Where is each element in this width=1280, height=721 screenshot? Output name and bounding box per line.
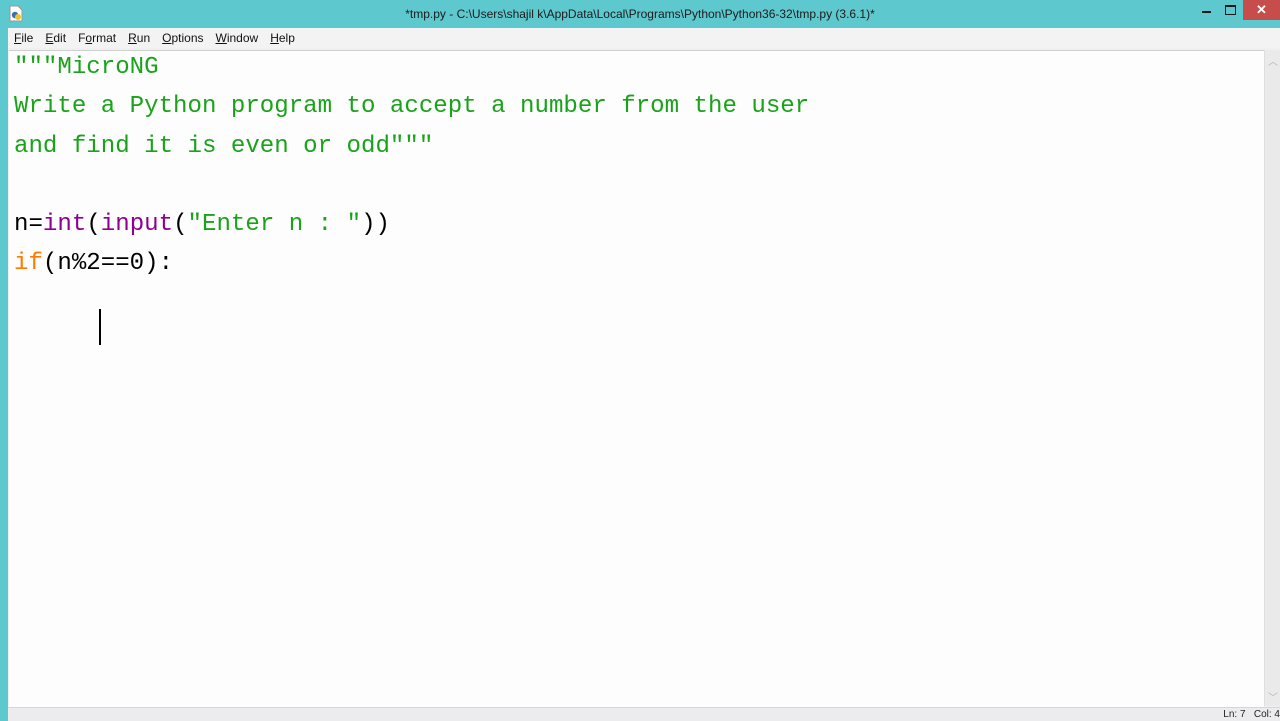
code-token-plain: ( bbox=[86, 211, 101, 239]
menu-window[interactable]: Window bbox=[210, 28, 265, 48]
menu-run[interactable]: Run bbox=[122, 28, 156, 48]
code-line bbox=[14, 284, 809, 323]
menu-edit[interactable]: Edit bbox=[39, 28, 72, 48]
title-bar: *tmp.py - C:\Users\shajil k\AppData\Loca… bbox=[0, 0, 1280, 28]
line-number: Ln: 7 bbox=[1223, 709, 1246, 720]
minimize-icon bbox=[1201, 11, 1211, 13]
status-bar: Ln: 7 Col: 4 bbox=[8, 707, 1280, 721]
code-token-plain: )) bbox=[361, 211, 390, 239]
column-number: Col: 4 bbox=[1253, 709, 1280, 720]
code-token-builtin: input bbox=[100, 211, 174, 239]
code-token-kw: if bbox=[14, 250, 43, 278]
code-token-str: and find it is even or odd""" bbox=[14, 132, 434, 160]
code-text: """MicroNG Write a Python program to acce… bbox=[14, 51, 809, 323]
scroll-up-icon[interactable]: ︿ bbox=[1265, 52, 1280, 68]
text-caret bbox=[99, 309, 101, 345]
close-button[interactable]: ✕ bbox=[1243, 0, 1280, 20]
code-editor[interactable]: """MicroNG Write a Python program to acce… bbox=[9, 50, 1264, 707]
maximize-icon bbox=[1224, 5, 1236, 15]
code-token-str: "Enter n : " bbox=[187, 211, 362, 239]
code-token-builtin: int bbox=[42, 211, 87, 239]
code-token-plain: n= bbox=[14, 211, 43, 239]
code-token-plain: (n%2==0): bbox=[42, 250, 174, 278]
scroll-down-icon[interactable]: ﹀ bbox=[1265, 688, 1280, 704]
menu-bar: File Edit Format Run Options Window Help bbox=[8, 28, 1280, 48]
code-token-str: """MicroNG bbox=[14, 54, 159, 81]
code-line: if(n%2==0): bbox=[14, 244, 809, 283]
window-title: *tmp.py - C:\Users\shajil k\AppData\Loca… bbox=[405, 7, 875, 21]
idle-editor-window: File Edit Format Run Options Window Help """Mi… bbox=[8, 28, 1280, 721]
code-token-str: Write a Python program to accept a numbe… bbox=[14, 93, 810, 121]
menu-format[interactable]: Format bbox=[72, 28, 122, 48]
code-token-plain: ( bbox=[173, 211, 188, 239]
code-line: and find it is even or odd""" bbox=[14, 127, 809, 166]
code-line: Write a Python program to accept a numbe… bbox=[14, 87, 809, 126]
maximize-button[interactable] bbox=[1216, 0, 1244, 20]
cursor-position: Ln: 7 Col: 4 bbox=[1223, 709, 1280, 720]
vertical-scrollbar[interactable]: ︿ ﹀ bbox=[1264, 50, 1280, 706]
code-line: n=int(input("Enter n : ")) bbox=[14, 205, 809, 244]
menu-file[interactable]: File bbox=[8, 28, 39, 48]
menu-help[interactable]: Help bbox=[264, 28, 301, 48]
menu-options[interactable]: Options bbox=[156, 28, 209, 48]
code-line: """MicroNG bbox=[14, 51, 809, 87]
close-icon: ✕ bbox=[1256, 2, 1267, 17]
